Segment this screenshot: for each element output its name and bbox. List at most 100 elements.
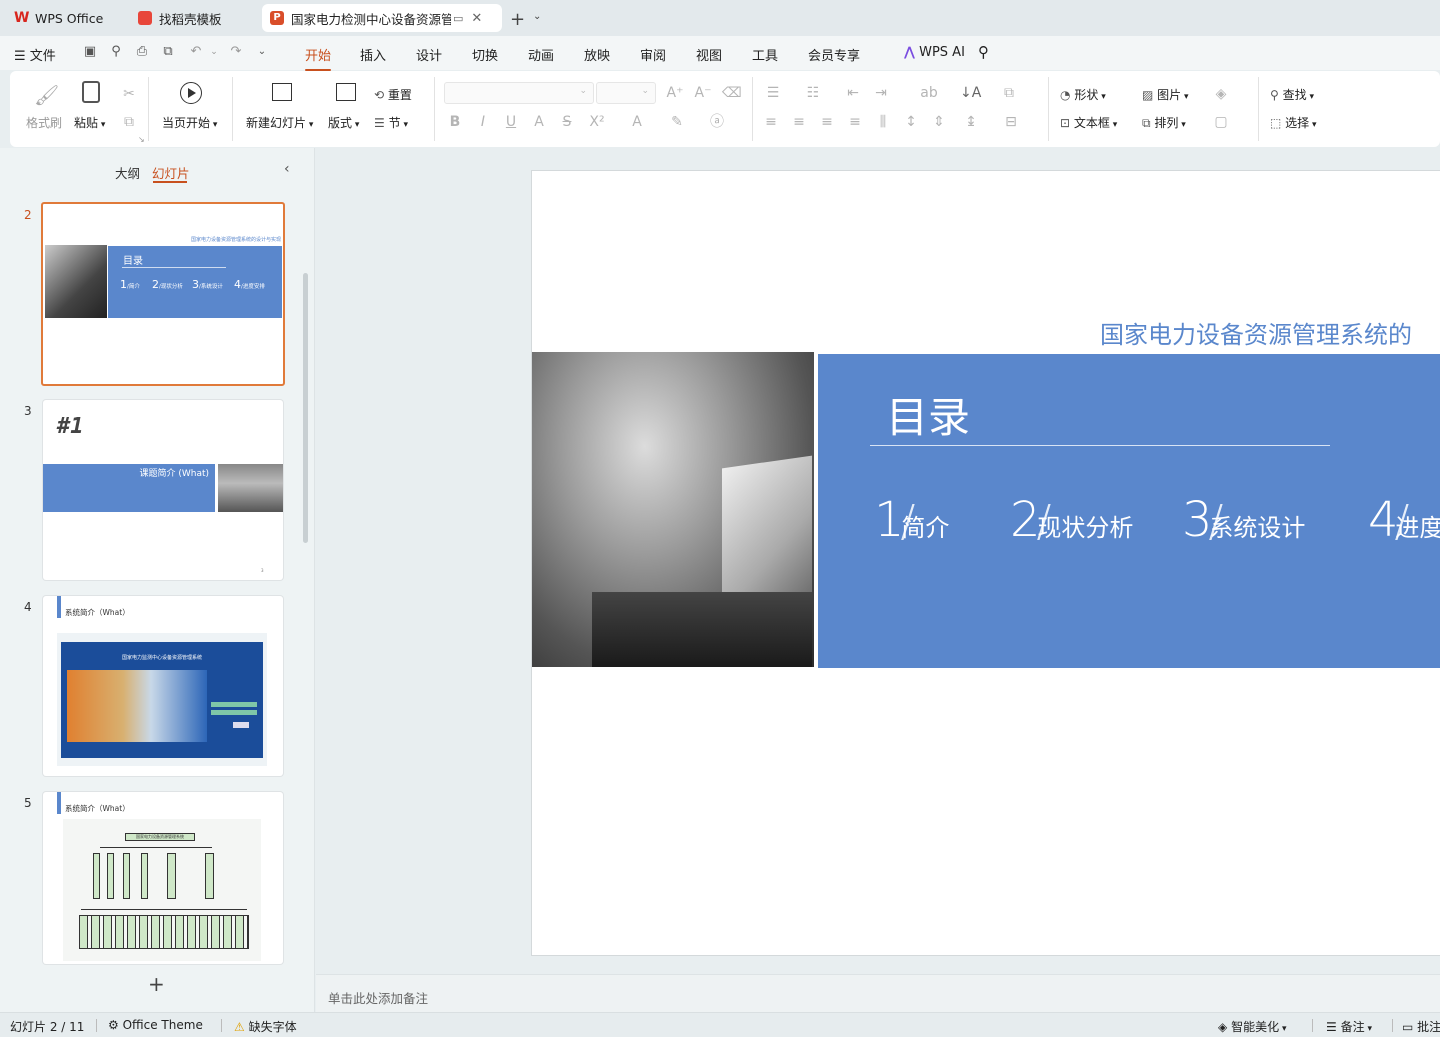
- slide-thumbnail-3[interactable]: #1 课题简介 (What) 3: [43, 400, 283, 580]
- panel-scrollbar[interactable]: [303, 273, 308, 543]
- menu-tab-tools[interactable]: 工具: [752, 45, 778, 64]
- comments-button[interactable]: ▭ 批注: [1402, 1018, 1440, 1035]
- smart-beautify-button[interactable]: ◈ 智能美化 ▾: [1218, 1018, 1286, 1035]
- slide-number: 3: [24, 404, 32, 418]
- strikethrough-icon[interactable]: S: [558, 113, 576, 131]
- cut-icon[interactable]: ✂: [120, 85, 138, 103]
- align-left-icon[interactable]: ≡: [762, 113, 780, 131]
- monitor-icon[interactable]: ▭: [453, 12, 463, 25]
- justify-icon[interactable]: ≡: [846, 113, 864, 131]
- tab-document[interactable]: P 国家电力检测中心设备资源管 ▭ ✕: [262, 4, 502, 32]
- tab-slides[interactable]: 幻灯片: [152, 163, 190, 182]
- distribute-icon[interactable]: ⫼: [874, 113, 892, 131]
- menu-tab-transition[interactable]: 切换: [472, 45, 498, 64]
- highlight-icon[interactable]: ✎: [668, 113, 686, 131]
- menu-tab-design[interactable]: 设计: [416, 45, 442, 64]
- line-height-icon[interactable]: ↨: [962, 113, 980, 131]
- dialog-launcher-icon[interactable]: ↘: [138, 135, 145, 144]
- current-slide[interactable]: 国家电力设备资源管理系统的 目录 1/简介 2/现状分析 3/系统设计 4/进度: [532, 171, 1440, 955]
- copy-icon[interactable]: ⧉: [120, 113, 138, 131]
- add-slide-plus-icon[interactable]: +: [148, 972, 165, 996]
- section-button[interactable]: ☰ 节 ▾: [374, 114, 408, 131]
- decrease-indent-icon[interactable]: ⇤: [844, 84, 862, 102]
- paragraph-spacing-icon[interactable]: ⇕: [930, 113, 948, 131]
- toc-item-4[interactable]: 4/进度: [1368, 492, 1440, 548]
- new-tab-icon[interactable]: +: [510, 9, 525, 30]
- close-tab-icon[interactable]: ✕: [471, 11, 482, 26]
- notes-toggle-button[interactable]: ☰ 备注 ▾: [1326, 1018, 1372, 1035]
- export-icon[interactable]: ⚲: [108, 44, 124, 60]
- thumb-accent-bar: [57, 596, 61, 618]
- find-button[interactable]: ⚲ 查找 ▾: [1270, 86, 1314, 103]
- clear-format-icon[interactable]: ⌫: [722, 84, 742, 102]
- theme-indicator[interactable]: ⚙ Office Theme: [108, 1018, 203, 1032]
- undo-icon[interactable]: ↶: [188, 44, 204, 60]
- textbox-button[interactable]: ⊡ 文本框 ▾: [1060, 114, 1117, 131]
- redo-icon[interactable]: ↷: [228, 44, 244, 60]
- char-spacing-icon[interactable]: ⓐ: [708, 113, 726, 131]
- paste-button[interactable]: 粘贴 ▾: [74, 114, 105, 131]
- outline-icon[interactable]: ▢: [1212, 113, 1230, 131]
- fill-icon[interactable]: ◈: [1212, 85, 1230, 103]
- collapse-panel-icon[interactable]: ‹: [284, 161, 290, 177]
- tab-outline[interactable]: 大纲: [115, 163, 140, 182]
- decrease-font-icon[interactable]: A⁻: [694, 84, 712, 102]
- layout-button[interactable]: 版式 ▾: [328, 114, 359, 131]
- tab-template[interactable]: 找稻壳模板: [130, 4, 256, 32]
- slide-thumbnail-2[interactable]: 国家电力设备资源管理系统的设计与实现 目录 1/简介 2/现状分析 3/系统设计…: [41, 202, 285, 386]
- picture-button[interactable]: ▨ 图片 ▾: [1142, 86, 1189, 103]
- print-preview-icon[interactable]: ⧉: [160, 44, 176, 60]
- text-direction-icon[interactable]: ab: [920, 84, 938, 102]
- menu-tab-view[interactable]: 视图: [696, 45, 722, 64]
- menu-tab-insert[interactable]: 插入: [360, 45, 386, 64]
- shape-button[interactable]: ◔ 形状 ▾: [1060, 86, 1106, 103]
- select-button[interactable]: ⬚ 选择 ▾: [1270, 114, 1317, 131]
- align-center-icon[interactable]: ≡: [790, 113, 808, 131]
- menu-tab-review[interactable]: 审阅: [640, 45, 666, 64]
- columns-icon[interactable]: ⊟: [1002, 113, 1020, 131]
- new-slide-button[interactable]: 新建幻灯片 ▾: [246, 114, 313, 131]
- underline-icon[interactable]: U: [502, 113, 520, 131]
- tab-wps-office[interactable]: W WPS Office: [6, 4, 120, 32]
- slide-thumbnail-4[interactable]: 系统简介（What） 国家电力监测中心设备资源管理系统: [43, 596, 283, 776]
- menu-tab-animation[interactable]: 动画: [528, 45, 554, 64]
- sort-icon[interactable]: ↓A: [960, 84, 981, 102]
- warning-icon: ⚠: [234, 1020, 245, 1034]
- format-painter-button[interactable]: 格式刷: [26, 114, 62, 131]
- tab-list-chevron-icon[interactable]: ⌄: [533, 11, 541, 22]
- text-shadow-icon[interactable]: A: [530, 113, 548, 131]
- numbered-list-icon[interactable]: ☷: [804, 84, 822, 102]
- notes-pane[interactable]: 单击此处添加备注: [316, 974, 1440, 1012]
- print-icon[interactable]: ⎙: [134, 44, 150, 60]
- convert-smartart-icon[interactable]: ⧉: [1000, 84, 1018, 102]
- file-menu[interactable]: ☰ 文件: [14, 45, 56, 64]
- increase-indent-icon[interactable]: ⇥: [872, 84, 890, 102]
- toc-item-2[interactable]: 2/现状分析: [1010, 492, 1133, 548]
- font-family-select[interactable]: ⌄: [444, 82, 594, 104]
- menu-tab-home[interactable]: 开始: [305, 45, 332, 71]
- align-right-icon[interactable]: ≡: [818, 113, 836, 131]
- save-icon[interactable]: ▣: [82, 44, 98, 60]
- arrange-button[interactable]: ⧉ 排列 ▾: [1142, 114, 1186, 131]
- line-spacing-icon[interactable]: ↕: [902, 113, 920, 131]
- toc-item-1[interactable]: 1/简介: [874, 492, 949, 548]
- italic-icon[interactable]: I: [474, 113, 492, 131]
- increase-font-icon[interactable]: A⁺: [666, 84, 684, 102]
- bullet-list-icon[interactable]: ☰: [764, 84, 782, 102]
- missing-font-indicator[interactable]: ⚠ 缺失字体: [234, 1018, 297, 1035]
- thumb-org-node: [93, 853, 100, 899]
- slide-thumbnail-5[interactable]: 系统简介（What） 国家电力设备资源管理系统: [43, 792, 283, 964]
- reset-button[interactable]: ⟲ 重置: [374, 86, 412, 103]
- superscript-icon[interactable]: X²: [588, 113, 606, 131]
- wps-ai-button[interactable]: ⋀ WPS AI: [904, 45, 965, 60]
- font-size-select[interactable]: ⌄: [596, 82, 656, 104]
- toc-item-3[interactable]: 3/系统设计: [1182, 492, 1305, 548]
- bold-icon[interactable]: B: [446, 113, 464, 131]
- menu-tab-member[interactable]: 会员专享: [808, 45, 860, 64]
- font-color-icon[interactable]: A: [628, 113, 646, 131]
- search-icon[interactable]: ⚲: [978, 43, 989, 61]
- menu-tab-slideshow[interactable]: 放映: [584, 45, 610, 64]
- start-from-current-button[interactable]: 当页开始 ▾: [162, 114, 217, 131]
- more-chevron-icon[interactable]: ⌄: [254, 44, 270, 60]
- undo-chevron-icon[interactable]: ⌄: [206, 44, 222, 60]
